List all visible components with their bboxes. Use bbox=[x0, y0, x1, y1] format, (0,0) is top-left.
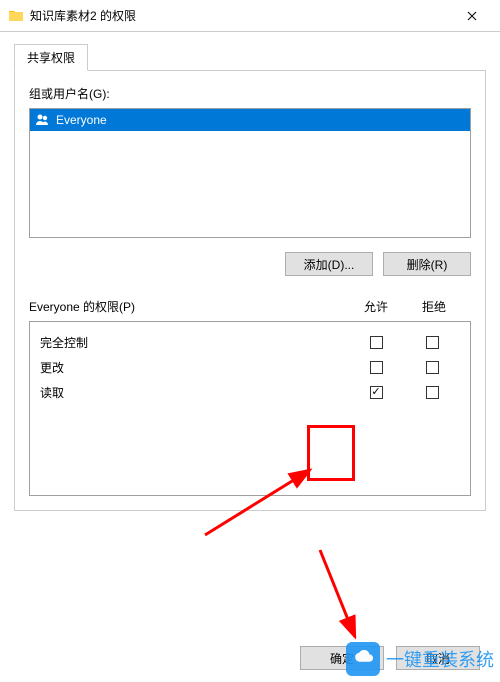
deny-column-header: 拒绝 bbox=[405, 298, 463, 315]
permissions-header: Everyone 的权限(P) 允许 拒绝 bbox=[29, 298, 471, 321]
titlebar: 知识库素材2 的权限 bbox=[0, 0, 500, 32]
tab-sharing-permissions[interactable]: 共享权限 bbox=[14, 44, 88, 71]
add-button[interactable]: 添加(D)... bbox=[285, 252, 373, 276]
annotation-arrow-to-cancel bbox=[310, 545, 370, 645]
watermark-text: 一键重装系统 bbox=[386, 646, 494, 672]
perm-row-full-control: 完全控制 bbox=[40, 330, 460, 355]
watermark: 一键重装系统 bbox=[346, 642, 494, 676]
users-list[interactable]: Everyone bbox=[29, 108, 471, 238]
remove-button[interactable]: 删除(R) bbox=[383, 252, 471, 276]
user-name-label: Everyone bbox=[56, 113, 107, 127]
window-title: 知识库素材2 的权限 bbox=[30, 7, 452, 24]
perm-row-change: 更改 bbox=[40, 355, 460, 380]
group-icon bbox=[35, 112, 51, 128]
group-users-label: 组或用户名(G): bbox=[29, 85, 471, 102]
checkbox-deny-change[interactable] bbox=[426, 361, 439, 374]
checkbox-deny-read[interactable] bbox=[426, 386, 439, 399]
user-buttons: 添加(D)... 删除(R) bbox=[29, 252, 471, 276]
cloud-icon bbox=[346, 642, 380, 676]
checkbox-deny-full-control[interactable] bbox=[426, 336, 439, 349]
perm-name: 更改 bbox=[40, 359, 348, 376]
dialog-content: 共享权限 组或用户名(G): Everyone 添加(D)... 删除(R) E… bbox=[0, 32, 500, 523]
permissions-label: Everyone 的权限(P) bbox=[29, 298, 347, 315]
permissions-box: 完全控制 更改 读取 bbox=[29, 321, 471, 496]
folder-icon bbox=[8, 8, 24, 24]
perm-row-read: 读取 bbox=[40, 380, 460, 405]
allow-column-header: 允许 bbox=[347, 298, 405, 315]
list-item[interactable]: Everyone bbox=[30, 109, 470, 131]
checkbox-allow-change[interactable] bbox=[370, 361, 383, 374]
close-button[interactable] bbox=[452, 0, 492, 32]
tab-strip: 共享权限 bbox=[14, 44, 486, 71]
perm-name: 读取 bbox=[40, 384, 348, 401]
tab-panel: 组或用户名(G): Everyone 添加(D)... 删除(R) Everyo… bbox=[14, 71, 486, 511]
checkbox-allow-read[interactable] bbox=[370, 386, 383, 399]
checkbox-allow-full-control[interactable] bbox=[370, 336, 383, 349]
perm-name: 完全控制 bbox=[40, 334, 348, 351]
